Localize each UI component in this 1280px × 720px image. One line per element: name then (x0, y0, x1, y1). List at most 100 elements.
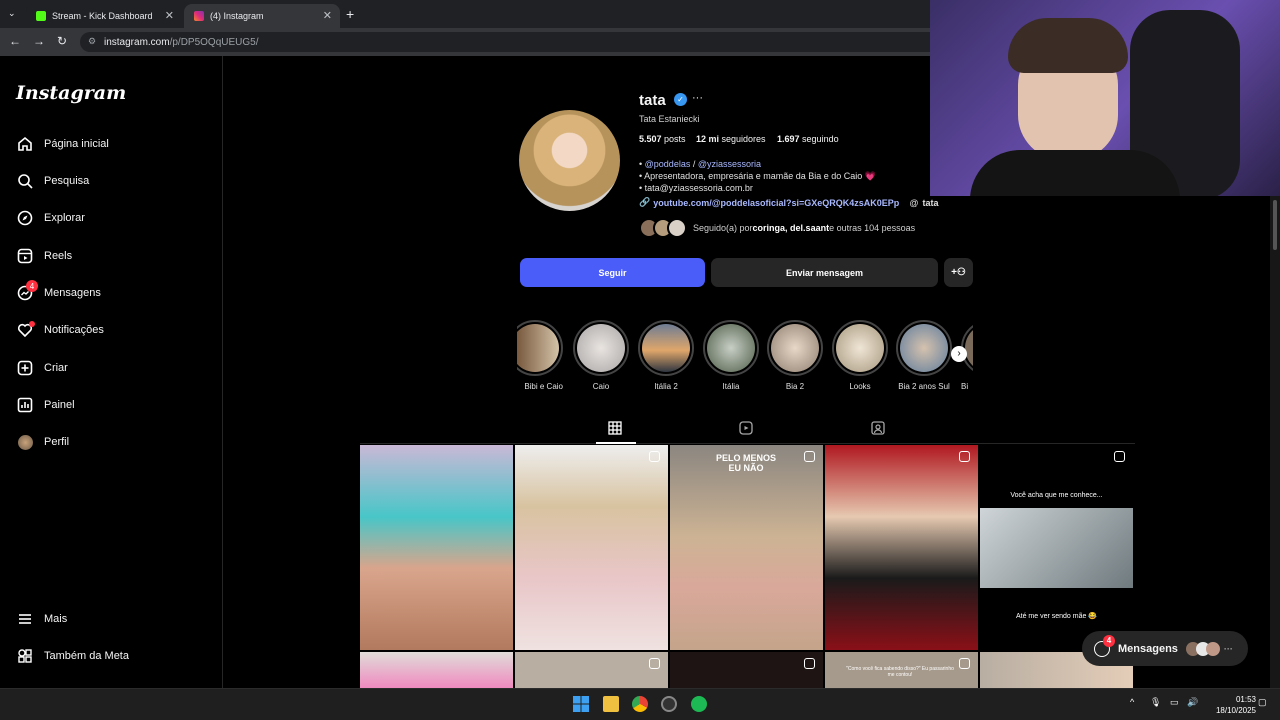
highlight-bibi-e-caio[interactable]: Bibi e Caio (517, 320, 563, 391)
profile-avatar (16, 433, 34, 451)
more-icon: ··· (1223, 643, 1233, 654)
bio-mention-link[interactable]: @poddelas (645, 159, 691, 169)
sidebar-item-dashboard[interactable]: Painel (16, 393, 75, 417)
microphone-icon[interactable]: 🎙 (1150, 697, 1161, 708)
suggest-users-icon[interactable]: +⚇ (944, 258, 973, 287)
meta-apps-icon (16, 647, 34, 665)
home-icon (16, 135, 34, 153)
url-path: /p/DP5OQqUEUG5/ (169, 36, 259, 48)
verified-badge-icon: ✓ (674, 93, 687, 106)
sidebar-item-explore[interactable]: Explorar (16, 206, 85, 230)
scrollbar-thumb[interactable] (1273, 200, 1277, 250)
site-info-icon[interactable]: ⚙ (88, 36, 96, 47)
page-scrollbar[interactable] (1270, 196, 1280, 688)
file-explorer-icon[interactable] (603, 696, 619, 712)
highlight-label: Caio (592, 382, 610, 391)
messages-badge: 4 (26, 280, 38, 292)
tab-list-chevron-icon[interactable]: ⌄ (8, 8, 16, 19)
notification-center-icon[interactable]: ▢ (1258, 697, 1267, 708)
sidebar-item-label: Criar (44, 362, 68, 374)
messenger-icon: 4 (1094, 634, 1115, 657)
new-tab-icon[interactable]: + (346, 6, 354, 22)
sidebar-item-notifications[interactable]: Notificações (16, 318, 104, 342)
reels-icon (16, 247, 34, 265)
webcam-overlay (930, 0, 1280, 196)
tab-posts-grid-icon[interactable] (607, 421, 623, 437)
tab-instagram[interactable]: (4) Instagram ✕ (184, 4, 340, 28)
highlight-italia-2[interactable]: Itália 2 (638, 320, 694, 391)
messages-badge: 4 (1103, 634, 1115, 647)
grid-post[interactable]: Você acha que me conhece... Até me ver s… (980, 445, 1133, 650)
grid-post[interactable] (825, 445, 978, 650)
compass-icon (16, 209, 34, 227)
chrome-icon[interactable] (632, 696, 648, 712)
threads-link[interactable]: tata (922, 198, 938, 208)
close-tab-icon[interactable]: ✕ (165, 9, 174, 22)
grid-post[interactable] (360, 445, 513, 650)
obs-icon[interactable] (661, 696, 677, 712)
highlight-bia-2-anos-sul[interactable]: Bia 2 anos Sul (896, 320, 952, 391)
sidebar-item-create[interactable]: Criar (16, 356, 68, 380)
post-caption-top: Você acha que me conhece... (1010, 492, 1103, 499)
active-tab-indicator (596, 442, 636, 444)
followed-by[interactable]: Seguido(a) por coringa, del.saant e outr… (639, 218, 915, 238)
tab-tagged-icon[interactable] (870, 421, 886, 437)
sidebar-item-home[interactable]: Página inicial (16, 132, 109, 156)
highlight-italia[interactable]: Itália (703, 320, 759, 391)
sidebar-item-messages[interactable]: 4 Mensagens (16, 280, 101, 305)
search-icon (16, 172, 34, 190)
bio-mention-link[interactable]: @yziassessoria (698, 159, 761, 169)
grid-post[interactable] (515, 652, 668, 688)
forward-icon[interactable]: → (33, 34, 45, 48)
highlight-label: Bia 2 anos Sul (898, 382, 950, 391)
reel-icon (804, 658, 815, 669)
following-count[interactable]: 1.697 seguindo (777, 134, 839, 144)
messenger-icon: 4 (16, 280, 38, 302)
sidebar-item-label: Pesquisa (44, 175, 90, 187)
back-icon[interactable]: ← (9, 34, 21, 48)
highlight-label: Itália 2 (654, 382, 678, 391)
more-options-icon[interactable]: ··· (692, 92, 703, 104)
tab-kick-dashboard[interactable]: Stream - Kick Dashboard ✕ (26, 4, 182, 28)
network-icon[interactable]: ▭ (1170, 697, 1179, 708)
windows-start-icon[interactable] (573, 696, 589, 712)
highlight-caio[interactable]: Caio (573, 320, 629, 391)
highlight-bia-2[interactable]: Bia 2 (767, 320, 823, 391)
grid-post[interactable] (515, 445, 668, 650)
sidebar-item-label: Painel (44, 399, 75, 411)
highlight-label: Looks (849, 382, 871, 391)
spotify-icon[interactable] (691, 696, 707, 712)
sidebar-item-more[interactable]: Mais (16, 607, 67, 631)
close-tab-icon[interactable]: ✕ (323, 9, 332, 22)
followers-count[interactable]: 12 mi seguidores (696, 134, 766, 144)
profile-external-link[interactable]: youtube.com/@poddelasoficial?si=GXeQRQK4… (653, 198, 899, 208)
grid-post[interactable]: PELO MENOS EU NÃO (670, 445, 823, 650)
sidebar-item-label: Notificações (44, 324, 104, 336)
grid-post[interactable]: "Como você fica sabendo disso?" Eu passa… (825, 652, 978, 688)
grid-post[interactable] (670, 652, 823, 688)
sidebar-item-profile[interactable]: Perfil (16, 430, 69, 454)
tray-chevron-icon[interactable]: ^ (1130, 697, 1134, 707)
sidebar-item-search[interactable]: Pesquisa (16, 169, 89, 193)
bio-line-3: • tata@yziassessoria.com.br (639, 183, 753, 193)
profile-avatar-large[interactable] (519, 110, 620, 211)
bio-separator: / (690, 159, 698, 169)
reload-icon[interactable]: ↻ (57, 34, 67, 48)
instagram-logo[interactable]: Instagram (16, 82, 126, 104)
bio-line-1: • @poddelas / @yziassessoria (639, 159, 761, 169)
grid-post[interactable] (360, 652, 513, 688)
sidebar-item-label: Mensagens (44, 287, 101, 299)
taskbar-clock[interactable]: 01:53 18/10/2025 (1204, 694, 1256, 716)
highlight-label: Bibi e Caio (524, 382, 563, 391)
messages-floating-button[interactable]: 4 Mensagens ··· (1082, 631, 1248, 666)
follow-button[interactable]: Seguir (520, 258, 705, 287)
send-message-button[interactable]: Enviar mensagem (711, 258, 938, 287)
highlights-next-chevron-icon[interactable]: › (951, 346, 967, 362)
sidebar-item-meta[interactable]: Também da Meta (16, 644, 129, 668)
volume-icon[interactable]: 🔊 (1187, 697, 1198, 708)
url-input[interactable]: ⚙ instagram.com/p/DP5OQqUEUG5/ (80, 32, 960, 52)
sidebar-item-reels[interactable]: Reels (16, 244, 72, 268)
highlight-looks[interactable]: Looks (832, 320, 888, 391)
bio-line-2: • Apresentadora, empresária e mamãe da B… (639, 171, 876, 181)
tab-reels-icon[interactable] (738, 421, 754, 437)
